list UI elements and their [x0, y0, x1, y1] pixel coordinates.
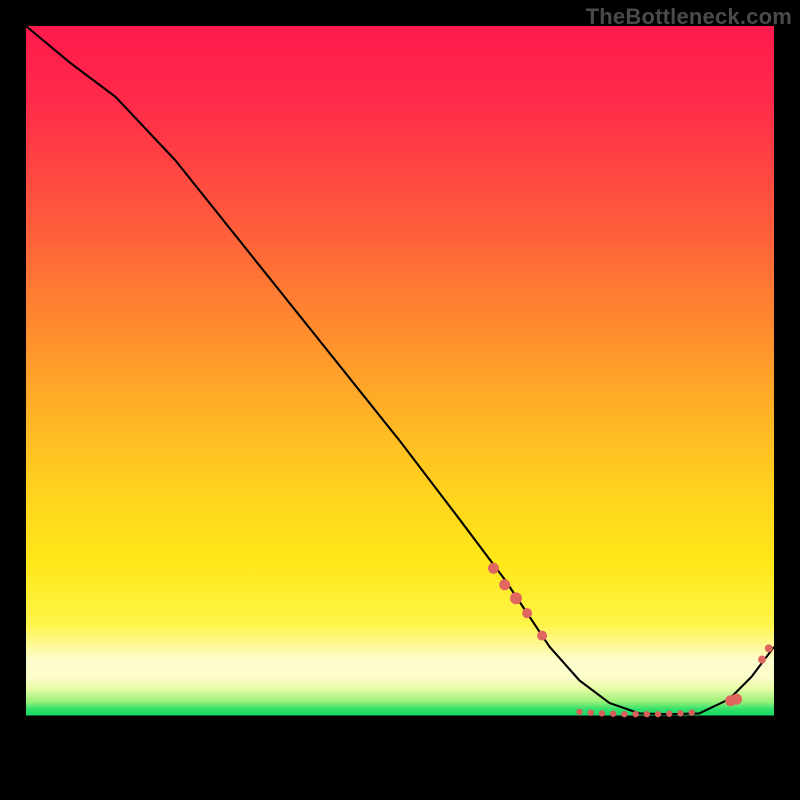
highlight-dot — [522, 608, 532, 618]
highlight-dot — [765, 644, 773, 652]
highlight-dot — [510, 592, 522, 604]
highlight-dot — [576, 709, 582, 715]
chart-container: TheBottleneck.com — [0, 0, 800, 800]
highlight-dot — [677, 710, 683, 716]
highlight-dot — [599, 710, 605, 716]
plot-area — [26, 26, 774, 774]
highlight-dot — [644, 711, 650, 717]
watermark-label: TheBottleneck.com — [586, 4, 792, 30]
highlight-dot — [499, 579, 510, 590]
highlight-dot — [621, 711, 627, 717]
highlight-dot — [758, 656, 766, 664]
chart-svg — [26, 26, 774, 774]
highlight-dot — [632, 711, 638, 717]
highlight-dot — [610, 711, 616, 717]
highlight-dot — [488, 563, 499, 574]
highlight-dot — [655, 711, 661, 717]
bottleneck-curve-path — [26, 26, 774, 714]
highlight-dot — [666, 711, 672, 717]
highlight-dot — [731, 694, 742, 705]
highlight-dot — [537, 631, 547, 641]
highlight-dots-group — [488, 563, 773, 718]
highlight-dot — [689, 709, 695, 715]
highlight-dot — [588, 709, 594, 715]
